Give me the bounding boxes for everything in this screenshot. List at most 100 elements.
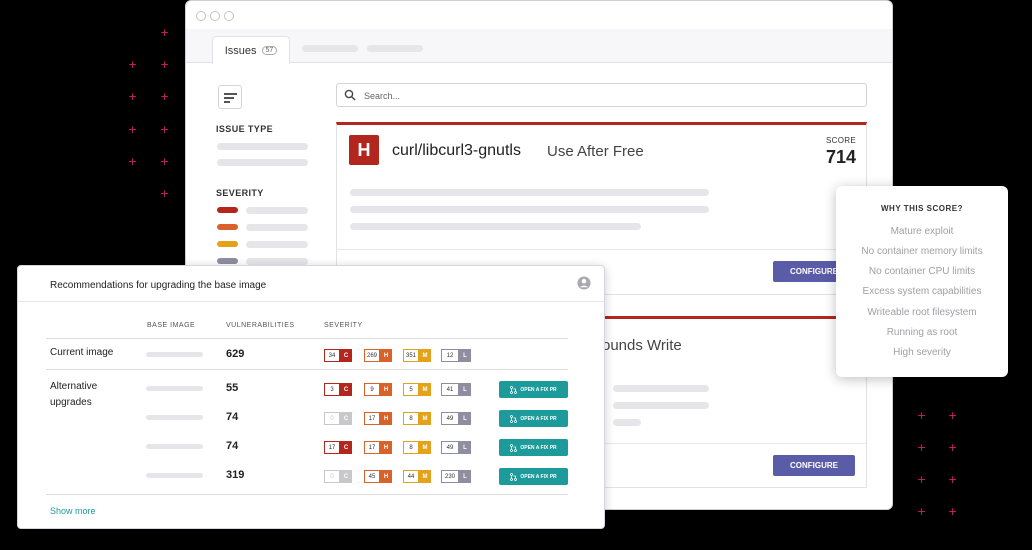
severity-letter: C [340,412,352,425]
severity-letter: L [459,383,471,396]
table-divider [46,369,568,370]
open-fix-pr-button[interactable]: OPEN A FIX PR [499,410,568,427]
alternative-upgrades-label: Alternative upgrades [50,381,98,408]
vulnerability-count: 74 [226,440,239,452]
plus-icon: + [128,123,138,136]
severity-letter: L [459,470,471,483]
base-image-placeholder [146,386,203,391]
score-reason: Mature exploit [890,226,954,237]
severity-high-swatch[interactable] [217,224,238,230]
plus-icon: + [917,473,927,486]
issue-type-option[interactable] [217,143,308,150]
severity-option[interactable] [246,224,308,231]
issue-title: Use After Free [547,143,644,160]
score-reason: Writeable root filesystem [867,307,977,318]
severity-chip: 44 M [403,470,431,483]
pull-request-icon [510,443,518,452]
severity-medium-swatch[interactable] [217,241,238,247]
severity-chip: 45 H [364,470,392,483]
open-fix-pr-button[interactable]: OPEN A FIX PR [499,439,568,456]
severity-chip: 5M [403,383,431,396]
severity-letter: H [380,470,392,483]
severity-count: 17 [364,441,380,454]
score-reason: Running as root [886,327,958,338]
open-fix-pr-button[interactable]: OPEN A FIX PR [499,468,568,485]
pull-request-icon [510,472,518,481]
severity-count: 49 [441,441,459,454]
severity-letter: C [340,383,352,396]
severity-count: 5 [403,383,419,396]
base-image-placeholder [146,473,203,478]
open-fix-pr-button[interactable]: OPEN A FIX PR [499,381,568,398]
severity-chip: 34 C [324,349,352,362]
tab-issues[interactable]: Issues 57 [212,36,290,64]
severity-letter: H [380,441,392,454]
base-image-placeholder [146,444,203,449]
severity-option[interactable] [246,258,308,265]
severity-letter: L [459,441,471,454]
window-close-dot[interactable] [196,11,206,21]
severity-letter: L [459,412,471,425]
panel-title: Recommendations for upgrading the base i… [50,280,267,291]
severity-critical-swatch[interactable] [217,207,238,213]
vulnerability-count: 74 [226,411,239,423]
open-fix-pr-label: OPEN A FIX PR [520,444,557,451]
severity-letter: H [380,349,392,362]
severity-count: 351 [403,349,419,362]
severity-count: 17 [364,412,380,425]
severity-letter: M [419,412,431,425]
severity-chip: 12 L [441,349,471,362]
severity-letter: C [340,470,352,483]
tab-placeholder[interactable] [367,45,423,52]
window-maximize-dot[interactable] [224,11,234,21]
severity-count: 0 [324,412,340,425]
vulnerability-count: 629 [226,348,245,360]
column-header-base-image: BASE IMAGE [147,322,196,329]
score-reason: High severity [893,347,951,358]
window-minimize-dot[interactable] [210,11,220,21]
issue-title: ounds Write [602,337,682,354]
pull-request-icon [510,385,518,394]
tab-issues-label: Issues [224,44,257,57]
severity-count: 269 [364,349,380,362]
user-avatar-icon[interactable] [577,276,591,290]
plus-icon: + [917,441,927,454]
severity-count: 44 [403,470,419,483]
card-footer [337,249,866,250]
plus-icon: + [917,505,927,518]
severity-letter: M [419,441,431,454]
severity-letter: L [459,349,471,362]
severity-letter: H [380,412,392,425]
severity-count: 230 [441,470,459,483]
issue-type-option[interactable] [217,159,308,166]
why-score-popover: WHY THIS SCORE? Mature exploit No contai… [836,186,1008,377]
severity-chip: 0C [324,412,352,425]
severity-chip: 3C [324,383,352,396]
issue-detail-line [613,402,709,409]
severity-letter: C [340,441,352,454]
plus-icon: + [948,409,958,422]
score-reason: No container CPU limits [868,266,976,277]
severity-chip: 9H [364,383,392,396]
plus-icon: + [160,187,170,200]
severity-letter: H [380,383,392,396]
filter-toggle-button[interactable] [218,85,242,109]
show-more-link[interactable]: Show more [50,506,96,516]
tab-placeholder[interactable] [302,45,358,52]
search-input[interactable]: Search... [336,83,867,107]
plus-icon: + [160,155,170,168]
filter-icon-line [224,101,230,103]
panel-divider [18,301,604,302]
severity-option[interactable] [246,207,308,214]
severity-count: 9 [364,383,380,396]
severity-chip: 41 L [441,383,471,396]
severity-letter: M [419,383,431,396]
severity-letter: M [419,349,431,362]
severity-option[interactable] [246,241,308,248]
severity-low-swatch[interactable] [217,258,238,264]
configure-button[interactable]: CONFIGURE [773,455,855,476]
issue-package-name[interactable]: curl/libcurl3-gnutls [392,142,521,160]
tab-bar: Issues 57 [186,29,892,64]
filter-icon [224,93,237,95]
vulnerability-count: 55 [226,382,239,394]
